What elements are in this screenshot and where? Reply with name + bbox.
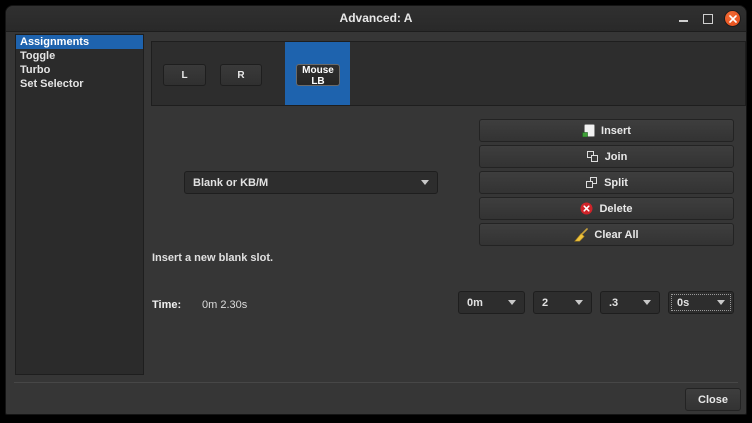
time-seconds-dropdown[interactable]: 2	[533, 291, 592, 314]
join-button-label: Join	[605, 151, 628, 163]
sidebar-item-turbo[interactable]: Turbo	[16, 63, 143, 77]
titlebar[interactable]: Advanced: A	[6, 6, 746, 32]
insert-button[interactable]: Insert	[479, 119, 734, 142]
split-icon	[585, 176, 598, 189]
chevron-down-icon	[643, 300, 651, 305]
sidebar-item-toggle[interactable]: Toggle	[16, 49, 143, 63]
maximize-icon	[703, 14, 713, 24]
category-list: Assignments Toggle Turbo Set Selector	[15, 34, 144, 375]
split-button-label: Split	[604, 177, 628, 189]
slot-strip: L R Mouse LB	[151, 41, 746, 106]
delete-button[interactable]: Delete	[479, 197, 734, 220]
slot-button-r[interactable]: R	[220, 64, 262, 86]
clear-all-button[interactable]: Clear All	[479, 223, 734, 246]
close-icon	[729, 15, 737, 23]
close-button[interactable]: Close	[685, 388, 741, 411]
join-icon	[586, 150, 599, 163]
clear-all-button-label: Clear All	[594, 229, 638, 241]
assignment-type-dropdown[interactable]: Blank or KB/M	[184, 171, 438, 194]
split-button[interactable]: Split	[479, 171, 734, 194]
chevron-down-icon	[575, 300, 583, 305]
selected-slot-highlight: Mouse LB	[285, 42, 350, 105]
window-title: Advanced: A	[6, 6, 746, 31]
close-window-button[interactable]	[725, 11, 740, 26]
time-value: 0m 2.30s	[202, 299, 247, 311]
insert-icon	[582, 124, 595, 137]
time-seconds-value: 2	[542, 297, 569, 309]
time-centiseconds-value: 0s	[677, 297, 711, 309]
slot-button-l[interactable]: L	[163, 64, 206, 86]
join-button[interactable]: Join	[479, 145, 734, 168]
maximize-button[interactable]	[700, 11, 716, 27]
slot-button-mouse-lb[interactable]: Mouse LB	[296, 64, 340, 86]
time-minutes-dropdown[interactable]: 0m	[458, 291, 525, 314]
delete-button-label: Delete	[599, 203, 632, 215]
time-centiseconds-dropdown[interactable]: 0s	[668, 291, 734, 314]
time-deciseconds-value: .3	[609, 297, 637, 309]
sidebar-item-assignments[interactable]: Assignments	[16, 35, 143, 49]
minimize-button[interactable]	[675, 11, 691, 27]
time-minutes-value: 0m	[467, 297, 502, 309]
window-controls	[675, 6, 740, 31]
slot-description: Insert a new blank slot.	[152, 252, 273, 264]
footer-separator	[14, 382, 738, 383]
chevron-down-icon	[508, 300, 516, 305]
chevron-down-icon	[717, 300, 725, 305]
delete-icon	[580, 202, 593, 215]
time-deciseconds-dropdown[interactable]: .3	[600, 291, 660, 314]
desktop-background: Advanced: A Assignments Toggle Turbo Set…	[0, 0, 752, 423]
minimize-icon	[679, 20, 688, 22]
time-label: Time:	[152, 299, 181, 311]
insert-button-label: Insert	[601, 125, 631, 137]
sidebar-item-set-selector[interactable]: Set Selector	[16, 77, 143, 91]
advanced-dialog-window: Advanced: A Assignments Toggle Turbo Set…	[5, 5, 747, 415]
clear-all-icon	[574, 228, 588, 242]
assignment-type-value: Blank or KB/M	[193, 177, 415, 189]
chevron-down-icon	[421, 180, 429, 185]
